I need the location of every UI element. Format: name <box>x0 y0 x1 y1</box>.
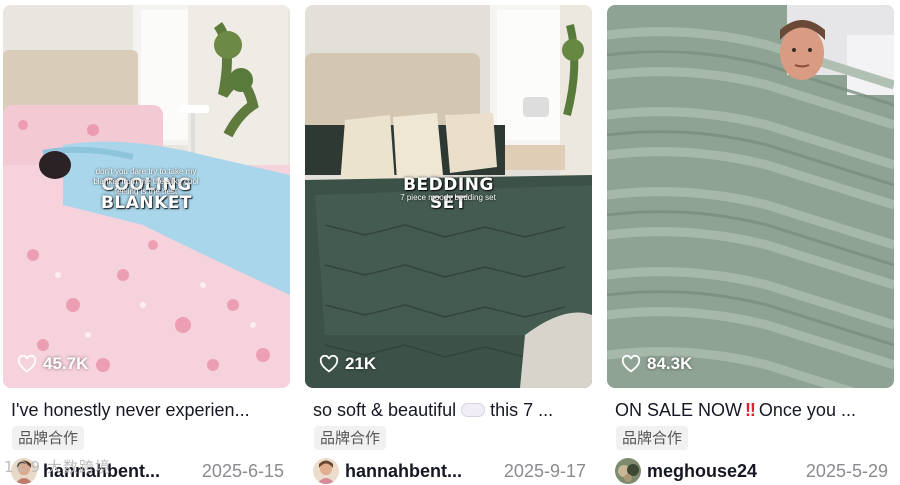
brand-partnership-tag-2: 品牌合作 <box>314 426 387 450</box>
author-row-1: hannahbent... 2025-6-15 <box>11 457 290 485</box>
heart-icon <box>319 355 339 373</box>
likes-count-3: 84.3K <box>621 354 692 374</box>
heart-icon <box>17 355 37 373</box>
likes-value-3: 84.3K <box>647 354 693 373</box>
caption-text-3a: ON SALE NOW <box>615 400 743 420</box>
post-date-1: 2025-6-15 <box>201 460 284 481</box>
caption-text-3b: Once you ... <box>758 400 856 420</box>
username-2[interactable]: hannahbent... <box>345 461 471 482</box>
cloud-emoji-icon <box>461 402 486 417</box>
author-row-2: hannahbent... 2025-9-17 <box>313 457 592 485</box>
author-row-3: meghouse24 2025-5-29 <box>615 457 894 485</box>
video-caption-3[interactable]: ON SALE NOW ‼ Once you ... <box>615 398 890 422</box>
video-caption-2[interactable]: so soft & beautiful this 7 ... <box>313 398 588 422</box>
username-3[interactable]: meghouse24 <box>647 461 773 482</box>
avatar-2[interactable] <box>313 458 339 484</box>
likes-value-2: 21K <box>345 354 377 373</box>
likes-count-2: 21K <box>319 354 376 374</box>
thumbnail-image-floral-bed <box>3 5 290 388</box>
video-card-2[interactable]: BEDDING SET 7 piece moody bedding set 21… <box>305 5 592 485</box>
avatar-3[interactable] <box>615 458 641 484</box>
username-1[interactable]: hannahbent... <box>43 461 169 482</box>
brand-partnership-tag-3: 品牌合作 <box>616 426 689 450</box>
thumbnail-image-green-bedding <box>305 5 592 388</box>
video-thumbnail-1[interactable]: don't you dare try to take my blanket fr… <box>3 5 290 388</box>
caption-text-2b: this 7 ... <box>490 400 554 420</box>
double-exclamation-icon: ‼ <box>745 400 756 420</box>
video-caption-1[interactable]: I've honestly never experien... <box>11 398 286 422</box>
likes-value-1: 45.7K <box>43 354 89 373</box>
avatar-1[interactable] <box>11 458 37 484</box>
thumbnail-image-man-in-blanket <box>607 5 894 388</box>
likes-count-1: 45.7K <box>17 354 88 374</box>
video-thumbnail-2[interactable]: BEDDING SET 7 piece moody bedding set 21… <box>305 5 592 388</box>
brand-partnership-tag-1: 品牌合作 <box>12 426 85 450</box>
post-date-3: 2025-5-29 <box>805 460 888 481</box>
caption-text-2a: so soft & beautiful <box>313 400 457 420</box>
post-date-2: 2025-9-17 <box>503 460 586 481</box>
video-card-3[interactable]: 84.3K ON SALE NOW ‼ Once you ... 品牌合作 megh… <box>607 5 894 485</box>
heart-icon <box>621 355 641 373</box>
video-thumbnail-3[interactable]: 84.3K <box>607 5 894 388</box>
video-card-1[interactable]: don't you dare try to take my blanket fr… <box>3 5 290 485</box>
